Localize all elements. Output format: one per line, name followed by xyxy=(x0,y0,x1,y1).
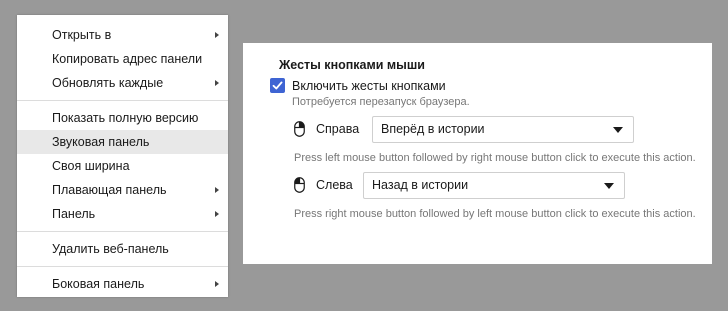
menu-separator xyxy=(17,266,228,267)
right-gesture-description: Press left mouse button followed by righ… xyxy=(294,152,696,164)
menu-item-label: Звуковая панель xyxy=(52,135,150,149)
left-gesture-description: Press right mouse button followed by lef… xyxy=(294,208,696,220)
submenu-arrow-icon xyxy=(215,211,219,217)
right-gesture-selected-value: Вперёд в истории xyxy=(381,122,485,136)
checkmark-icon xyxy=(272,81,283,90)
menu-item-side-panel[interactable]: Боковая панель xyxy=(17,272,228,296)
restart-hint: Потребуется перезапуск браузера. xyxy=(292,96,470,108)
mouse-right-icon xyxy=(294,121,305,137)
submenu-arrow-icon xyxy=(215,281,219,287)
menu-item-label: Боковая панель xyxy=(52,277,145,291)
enable-gestures-checkbox[interactable] xyxy=(270,78,285,93)
menu-item-sound-panel[interactable]: Звуковая панель xyxy=(17,130,228,154)
menu-separator xyxy=(17,231,228,232)
left-gesture-row: Слева Назад в истории xyxy=(294,172,712,199)
menu-item-reload-every[interactable]: Обновлять каждые xyxy=(17,71,228,95)
menu-item-copy-panel-address[interactable]: Копировать адрес панели xyxy=(17,47,228,71)
right-gesture-label: Справа xyxy=(316,122,360,136)
menu-item-label: Открыть в xyxy=(52,28,112,42)
menu-item-custom-width[interactable]: Своя ширина xyxy=(17,154,228,178)
enable-gestures-row[interactable]: Включить жесты кнопками xyxy=(270,77,703,95)
menu-item-floating-panel[interactable]: Плавающая панель xyxy=(17,178,228,202)
menu-item-label: Удалить веб-панель xyxy=(52,242,169,256)
menu-item-label: Обновлять каждые xyxy=(52,76,164,90)
mouse-gestures-settings: Жесты кнопками мыши Включить жесты кнопк… xyxy=(243,43,712,264)
menu-item-label: Копировать адрес панели xyxy=(52,52,203,66)
submenu-arrow-icon xyxy=(215,187,219,193)
context-menu: Открыть в Копировать адрес панели Обновл… xyxy=(17,15,228,297)
menu-item-label: Плавающая панель xyxy=(52,183,167,197)
left-gesture-label: Слева xyxy=(316,178,353,192)
menu-item-panel[interactable]: Панель xyxy=(17,202,228,226)
left-gesture-select[interactable]: Назад в истории xyxy=(363,172,625,199)
right-gesture-row: Справа Вперёд в истории xyxy=(294,116,712,143)
menu-item-label: Своя ширина xyxy=(52,159,130,173)
submenu-arrow-icon xyxy=(215,32,219,38)
menu-item-show-full-version[interactable]: Показать полную версию xyxy=(17,106,228,130)
menu-item-delete-web-panel[interactable]: Удалить веб-панель xyxy=(17,237,228,261)
submenu-arrow-icon xyxy=(215,80,219,86)
left-gesture-selected-value: Назад в истории xyxy=(372,178,469,192)
dropdown-arrow-icon xyxy=(613,127,623,133)
enable-gestures-label: Включить жесты кнопками xyxy=(292,79,446,93)
menu-separator xyxy=(17,100,228,101)
menu-item-open-in[interactable]: Открыть в xyxy=(17,23,228,47)
section-title: Жесты кнопками мыши xyxy=(279,58,425,72)
mouse-left-icon xyxy=(294,177,305,193)
dropdown-arrow-icon xyxy=(604,183,614,189)
right-gesture-select[interactable]: Вперёд в истории xyxy=(372,116,634,143)
menu-item-label: Показать полную версию xyxy=(52,111,199,125)
menu-item-label: Панель xyxy=(52,207,96,221)
